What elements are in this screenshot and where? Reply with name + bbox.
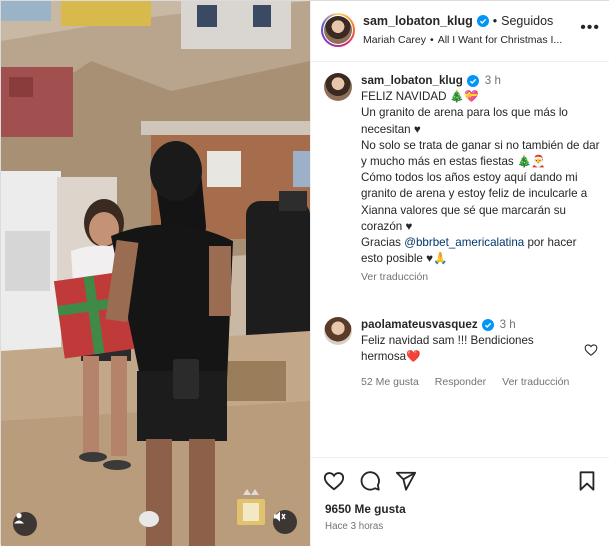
song-artist: Mariah Carey	[363, 34, 427, 46]
more-options-button[interactable]: •••	[580, 20, 600, 36]
verified-badge-icon	[481, 319, 494, 332]
post-details-panel: sam_lobaton_klug • Seguidos Mariah Carey…	[310, 1, 609, 546]
caption-text: Gracias	[361, 236, 401, 250]
caption-line: Gracias @bbrbet_americalatina por hacer …	[361, 235, 601, 267]
author-username[interactable]: sam_lobaton_klug	[363, 14, 473, 28]
user-tag-icon	[14, 513, 24, 524]
comment: paolamateusvasquez 3 h Feliz navidad sam…	[361, 317, 581, 366]
caption-line: No solo se trata de ganar si no también …	[361, 138, 600, 169]
video-frame-illustration	[1, 1, 310, 546]
comment-actions: 52 Me gusta Responder Ver traducción	[361, 376, 569, 388]
post-footer: 9650 Me gusta Hace 3 horas	[311, 457, 609, 547]
muted-speaker-icon	[274, 511, 286, 522]
comment-icon[interactable]	[359, 470, 381, 492]
post-video[interactable]	[1, 1, 310, 546]
separator-dot: •	[492, 14, 498, 28]
follow-status-button[interactable]: Seguidos	[501, 14, 553, 28]
post-header: sam_lobaton_klug • Seguidos Mariah Carey…	[311, 1, 609, 62]
caption-line: Un granito de arena para los que más lo …	[361, 106, 568, 136]
likes-count[interactable]: 9650 Me gusta	[325, 502, 406, 516]
caption-author-avatar[interactable]	[324, 73, 352, 101]
audio-track-link[interactable]: Mariah Carey • All I Want for Christmas …	[363, 34, 562, 46]
caption-line: FELIZ NAVIDAD 🎄💝	[361, 90, 479, 104]
mute-toggle-button[interactable]	[273, 510, 297, 534]
bookmark-icon[interactable]	[576, 470, 598, 492]
reply-button[interactable]: Responder	[435, 376, 486, 388]
more-icon: •••	[580, 19, 600, 36]
song-title: All I Want for Christmas I...	[437, 34, 563, 46]
verified-badge-icon	[476, 15, 489, 27]
comment-text: Feliz navidad sam !!! Bendiciones hermos…	[361, 334, 534, 364]
comment-translate-link[interactable]: Ver traducción	[502, 376, 569, 388]
share-icon[interactable]	[395, 470, 417, 492]
comment-likes-count[interactable]: 52 Me gusta	[361, 376, 419, 388]
post-actions	[323, 470, 417, 492]
mention-link[interactable]: @bbrbet_americalatina	[404, 236, 524, 249]
verified-badge-icon	[466, 75, 479, 88]
post-time-ago[interactable]: Hace 3 horas	[325, 521, 383, 532]
author-story-ring[interactable]	[321, 13, 355, 47]
caption-line: Cómo todos los años estoy aquí dando mi …	[361, 171, 588, 233]
instagram-post: sam_lobaton_klug • Seguidos Mariah Carey…	[0, 0, 609, 546]
commenter-avatar[interactable]	[324, 317, 352, 345]
caption-username[interactable]: sam_lobaton_klug	[361, 73, 463, 89]
heart-icon[interactable]	[323, 470, 345, 492]
tagged-users-button[interactable]	[13, 512, 37, 536]
watermark-logo	[233, 489, 269, 529]
avatar	[324, 16, 352, 44]
caption-timestamp[interactable]: 3 h	[485, 73, 501, 89]
separator-dot: •	[430, 34, 434, 46]
comment-like-heart-icon[interactable]	[584, 343, 598, 357]
comment-timestamp[interactable]: 3 h	[500, 317, 516, 333]
caption-translate-link[interactable]: Ver traducción	[361, 269, 428, 285]
post-caption: sam_lobaton_klug 3 h FELIZ NAVIDAD 🎄💝 Un…	[361, 73, 601, 286]
commenter-username[interactable]: paolamateusvasquez	[361, 317, 478, 333]
